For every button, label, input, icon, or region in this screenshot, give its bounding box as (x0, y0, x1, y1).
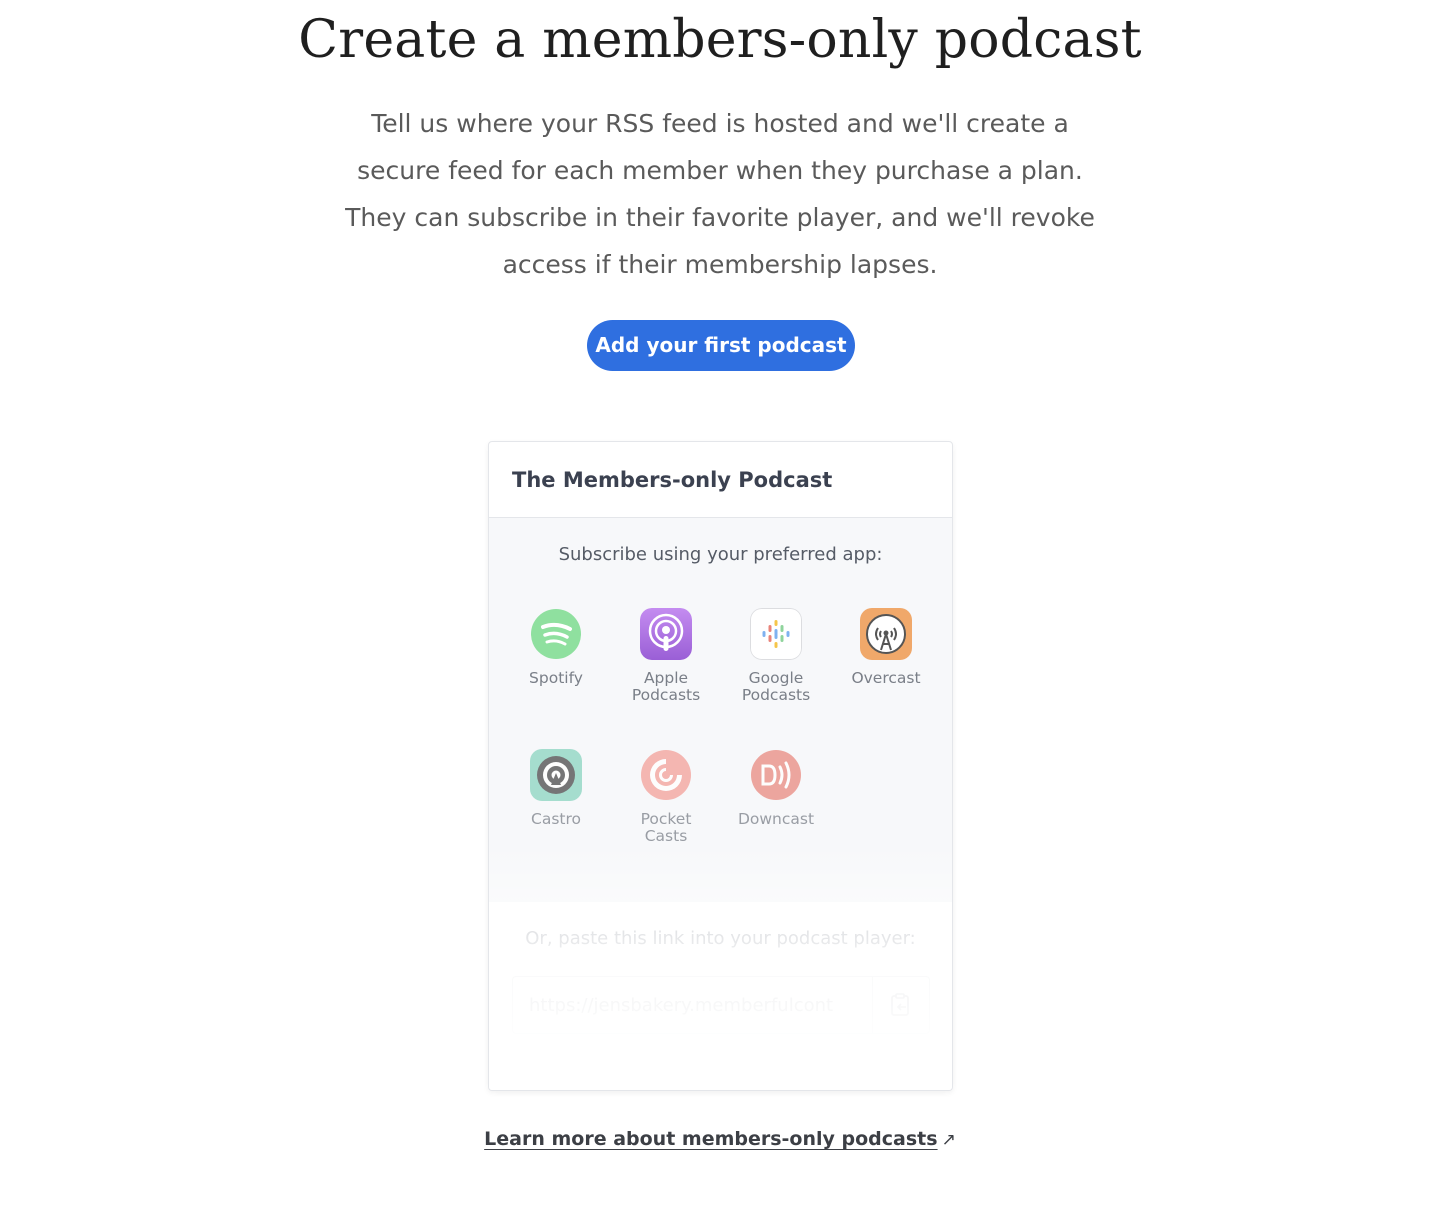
card-header: The Members-only Podcast (489, 442, 952, 518)
apple-podcasts-icon (640, 608, 692, 660)
learn-more-link[interactable]: Learn more about members-only podcasts (484, 1128, 937, 1150)
subscribe-label: Subscribe using your preferred app: (558, 544, 883, 565)
intro-line: Tell us where your RSS feed is hosted an… (371, 109, 1069, 138)
app-label: Apple Podcasts (631, 669, 701, 704)
app-google-podcasts[interactable]: Google Podcasts (721, 608, 831, 704)
app-label: Google Podcasts (741, 669, 811, 704)
intro-line: secure feed for each member when they pu… (357, 156, 1083, 185)
paste-link-section: Or, paste this link into your podcast pl… (489, 902, 952, 1090)
add-first-podcast-button[interactable]: Add your first podcast (587, 320, 855, 371)
intro-line: They can subscribe in their favorite pla… (345, 203, 1095, 232)
app-spotify[interactable]: Spotify (501, 608, 611, 687)
app-downcast[interactable]: Downcast (721, 749, 831, 828)
app-label: Spotify (529, 669, 583, 687)
app-overcast[interactable]: Overcast (831, 608, 941, 687)
overcast-icon (860, 608, 912, 660)
copy-link-button[interactable] (872, 976, 930, 1034)
google-podcasts-icon (750, 608, 802, 660)
downcast-icon (751, 750, 801, 800)
clipboard-icon (891, 993, 909, 1016)
spotify-icon (531, 609, 581, 659)
castro-icon (530, 749, 582, 801)
external-arrow-icon: ↗ (941, 1130, 956, 1150)
intro-line: access if their membership lapses. (502, 250, 938, 279)
podcast-title: The Members-only Podcast (512, 467, 833, 492)
paste-label: Or, paste this link into your podcast pl… (525, 928, 916, 949)
page-title: Create a members-only podcast (298, 10, 1142, 70)
app-label: Downcast (737, 810, 815, 828)
learn-more: Learn more about members-only podcasts ↗ (0, 1128, 1440, 1150)
app-label: Castro (531, 810, 581, 828)
subscribe-section: Subscribe using your preferred app: Spot… (489, 518, 952, 902)
app-pocket-casts[interactable]: Pocket Casts (611, 749, 721, 845)
intro-text: Tell us where your RSS feed is hosted an… (340, 100, 1100, 288)
pocket-casts-icon (641, 750, 691, 800)
app-castro[interactable]: Castro (501, 749, 611, 828)
feed-url-input[interactable] (512, 976, 872, 1034)
podcast-preview-card: The Members-only Podcast Subscribe using… (488, 441, 953, 1091)
app-label: Pocket Casts (640, 810, 692, 845)
app-label: Overcast (851, 669, 921, 687)
app-apple-podcasts[interactable]: Apple Podcasts (611, 608, 721, 704)
